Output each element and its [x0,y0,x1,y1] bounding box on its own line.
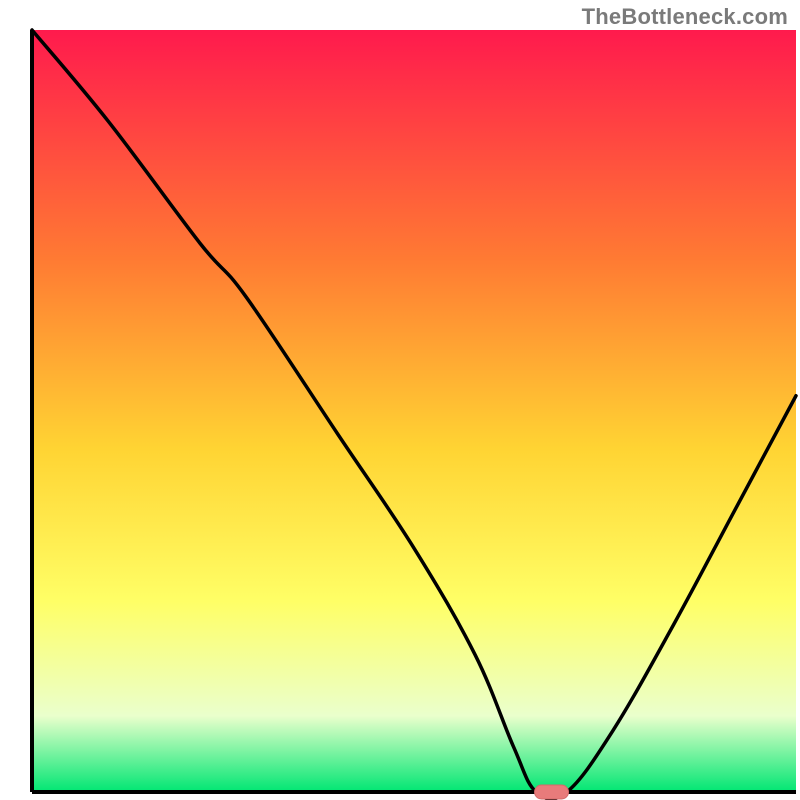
chart-stage: TheBottleneck.com [0,0,800,800]
chart-svg [0,0,800,800]
optimal-marker [535,785,569,799]
watermark-text: TheBottleneck.com [582,4,788,30]
plot-background [32,30,796,792]
